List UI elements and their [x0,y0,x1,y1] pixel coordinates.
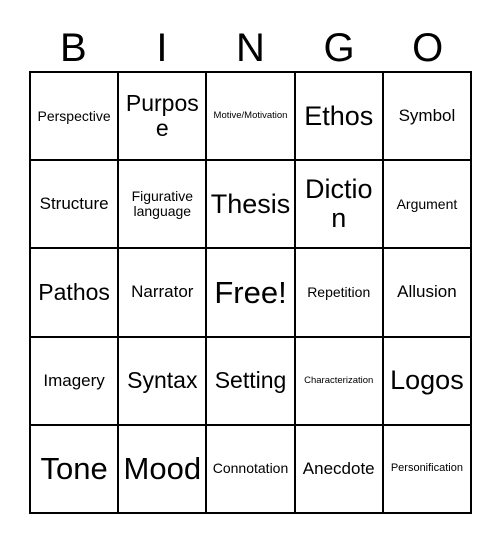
bingo-cell-label: Thesis [210,188,291,219]
bingo-cell-label: Setting [214,367,287,394]
bingo-header-letter-n: N [236,26,265,70]
bingo-cell-free-space[interactable]: Free! [207,249,296,338]
bingo-header-letter-g: G [323,26,355,70]
bingo-cell[interactable]: Personification [383,425,473,515]
bingo-cell-label: Imagery [43,370,105,390]
bingo-header-letter-o: O [412,26,444,70]
bingo-cell[interactable]: Tone [31,425,120,515]
bingo-cell-label: Perspective [37,107,111,124]
bingo-cell-label: Purpose [125,90,199,142]
bingo-cell[interactable]: Anecdote [295,425,384,515]
bingo-cell-label: Syntax [127,367,198,394]
bingo-cell-label: Repetition [307,283,371,300]
bingo-cell-label: Symbol [398,105,456,125]
bingo-cell-label: Motive/Motivation [213,109,288,121]
bingo-cell-label: Connotation [212,460,289,477]
bingo-cell[interactable]: Allusion [383,249,473,338]
bingo-header-row: B I N G O [29,14,472,70]
bingo-cell[interactable]: Structure [31,161,120,250]
bingo-cell[interactable]: Imagery [31,337,120,426]
bingo-cell-label: Figurative language [131,188,194,220]
bingo-cell[interactable]: Perspective [31,73,120,162]
bingo-row: Perspective Purpose Motive/Motivation Et… [31,73,473,162]
bingo-row: Structure Figurative language Thesis Dic… [31,161,473,250]
bingo-row: Imagery Syntax Setting Characterization … [31,337,473,426]
bingo-cell[interactable]: Connotation [207,425,296,515]
bingo-cell[interactable]: Pathos [31,249,120,338]
bingo-cell[interactable]: Thesis [207,161,296,250]
bingo-row: Pathos Narrator Free! Repetition Allusio… [31,249,473,338]
bingo-cell-label: Anecdote [302,458,375,478]
bingo-cell-label: Argument [396,195,458,212]
bingo-header-letter-i: I [156,26,168,70]
bingo-cell-label: Pathos [38,279,110,306]
bingo-cell-label: Tone [40,451,108,487]
bingo-cell-label: Diction [304,174,373,234]
bingo-cell-label: Logos [390,365,464,396]
bingo-cell-label: Narrator [131,282,194,302]
bingo-row: Tone Mood Connotation Anecdote Personifi… [31,425,473,515]
bingo-cell[interactable]: Diction [295,161,384,250]
bingo-cell[interactable]: Logos [383,337,473,426]
bingo-cell-label: Allusion [397,282,457,302]
bingo-cell[interactable]: Motive/Motivation [207,73,296,162]
bingo-header-letter-b: B [59,26,87,70]
bingo-grid: Perspective Purpose Motive/Motivation Et… [29,71,473,515]
bingo-cell[interactable]: Mood [119,425,208,515]
bingo-cell[interactable]: Figurative language [119,161,208,250]
bingo-cell-label: Personification [390,461,463,474]
bingo-cell[interactable]: Ethos [295,73,384,162]
bingo-cell[interactable]: Argument [383,161,473,250]
bingo-cell[interactable]: Narrator [119,249,208,338]
bingo-cell[interactable]: Symbol [383,73,473,162]
bingo-cell[interactable]: Characterization [295,337,384,426]
bingo-cell[interactable]: Setting [207,337,296,426]
bingo-cell-label: Structure [39,194,109,214]
bingo-card: B I N G O Perspective Purpose Motive/Mot… [0,0,500,544]
bingo-free-space-label: Free! [214,274,287,310]
bingo-cell-label: Ethos [304,100,374,131]
bingo-cell[interactable]: Repetition [295,249,384,338]
bingo-cell-label: Mood [123,451,202,487]
bingo-cell-label: Characterization [304,374,374,386]
bingo-cell[interactable]: Purpose [119,73,208,162]
bingo-cell[interactable]: Syntax [119,337,208,426]
